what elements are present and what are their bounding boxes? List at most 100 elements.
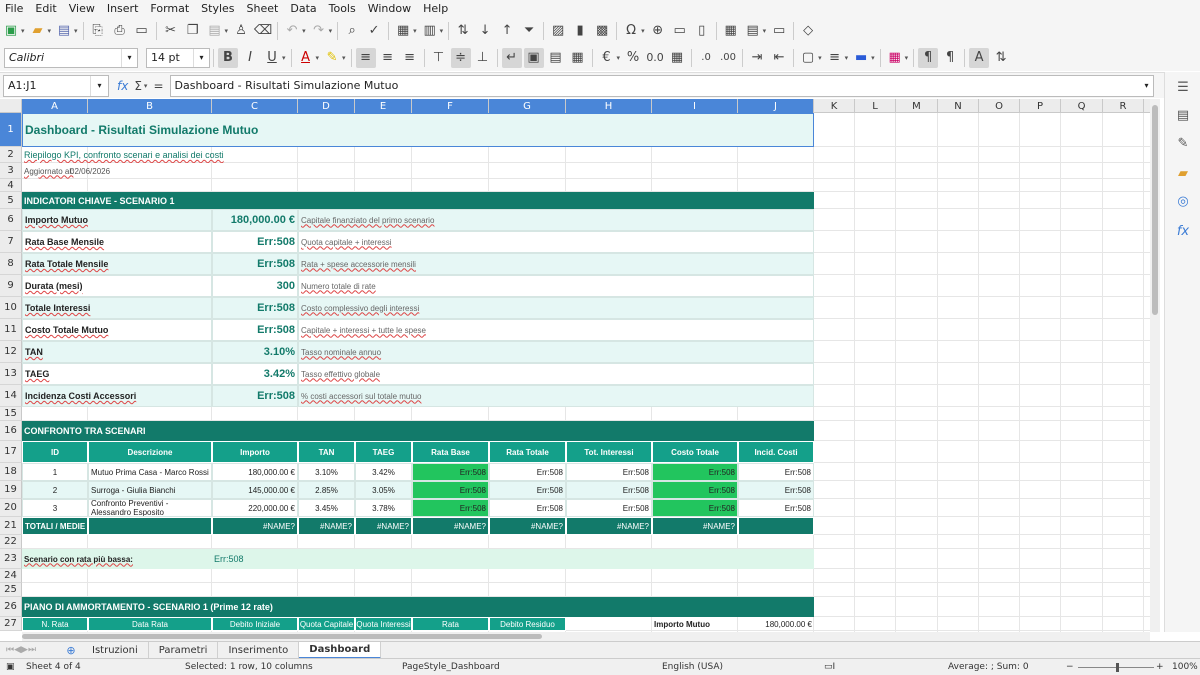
updated-value[interactable]: 02/06/2026 — [68, 163, 192, 179]
expand-formula-icon[interactable]: ▾ — [1144, 81, 1148, 90]
tab-inserimento[interactable]: Inserimento — [218, 641, 300, 659]
chevron-down-icon[interactable]: ▾ — [90, 75, 108, 96]
row-header-20[interactable]: 20 — [0, 499, 22, 517]
comment-icon[interactable]: ▭ — [670, 21, 690, 41]
tab-istruzioni[interactable]: Istruzioni — [82, 641, 149, 659]
hyperlink-icon[interactable]: ⊕ — [648, 21, 668, 41]
totals-cell[interactable]: #NAME? — [566, 517, 652, 535]
scenario-cell[interactable]: 145,000.00 € — [212, 481, 298, 499]
unmerge-cells-icon[interactable]: ▦ — [568, 48, 588, 68]
column-header-e[interactable]: E — [355, 99, 412, 113]
column-dropdown-icon[interactable]: ▾ — [440, 27, 444, 35]
menu-help[interactable]: Help — [418, 2, 455, 15]
scenario-cell[interactable]: Err:508 — [652, 499, 738, 517]
add-sheet-icon[interactable]: ⊕ — [60, 644, 82, 657]
column-header-h[interactable]: H — [566, 99, 652, 113]
scenario-cell[interactable]: 1 — [22, 463, 88, 481]
new-icon[interactable]: ▣ — [1, 21, 21, 41]
kpi-value[interactable]: Err:508 — [212, 231, 298, 253]
menu-icon[interactable]: ☰ — [1174, 78, 1192, 96]
totals-cell[interactable] — [88, 517, 212, 535]
column-header-f[interactable]: F — [412, 99, 489, 113]
gallery-icon[interactable]: ▰ — [1174, 164, 1192, 182]
paste-dropdown-icon[interactable]: ▾ — [225, 27, 229, 35]
side-label[interactable]: Importo Mutuo — [652, 617, 738, 631]
kpi-value[interactable]: Err:508 — [212, 385, 298, 407]
vertical-scroll-thumb[interactable] — [1152, 105, 1158, 315]
horizontal-scroll-thumb[interactable] — [22, 634, 542, 639]
amortization-header[interactable]: N. Rata — [22, 617, 88, 631]
scenario-cell[interactable]: 220,000.00 € — [212, 499, 298, 517]
font-name-box[interactable]: Calibri ▾ — [4, 47, 138, 68]
border-style-dropdown-icon[interactable]: ▾ — [845, 54, 849, 62]
scenario-cell[interactable]: Err:508 — [652, 481, 738, 499]
column-header-a[interactable]: A — [22, 99, 88, 113]
decrease-indent-icon[interactable]: ⇤ — [769, 48, 789, 68]
scenario-cell[interactable]: Err:508 — [566, 499, 652, 517]
sort-icon[interactable]: ⇅ — [453, 21, 473, 41]
table-header[interactable]: Tot. Interessi — [566, 441, 652, 463]
insert-image-icon[interactable]: ▨ — [548, 21, 568, 41]
lowest-rate-label[interactable]: Scenario con rata più bassa: — [22, 549, 212, 569]
column-header-d[interactable]: D — [298, 99, 355, 113]
menu-view[interactable]: View — [64, 2, 102, 15]
text-vertical-icon[interactable]: A — [969, 47, 990, 68]
currency-icon[interactable]: € — [597, 48, 617, 68]
vertical-scrollbar[interactable] — [1150, 99, 1160, 632]
table-header[interactable]: Costo Totale — [652, 441, 738, 463]
tab-navigation-icon[interactable]: ⏮◀▶⏭ — [0, 645, 60, 655]
menu-window[interactable]: Window — [363, 2, 418, 15]
column-header-i[interactable]: I — [652, 99, 738, 113]
formula-input[interactable]: Dashboard - Risultati Simulazione Mutuo ▾ — [169, 74, 1154, 97]
amortization-section-header[interactable]: PIANO DI AMMORTAMENTO - SCENARIO 1 (Prim… — [22, 597, 814, 617]
row-header-16[interactable]: 16 — [0, 421, 22, 441]
borders-dropdown-icon[interactable]: ▾ — [818, 54, 822, 62]
clone-formatting-icon[interactable]: ♙ — [231, 21, 251, 41]
kpi-note[interactable]: Numero totale di rate — [298, 275, 814, 297]
row-header-7[interactable]: 7 — [0, 231, 22, 253]
scenario-cell[interactable]: Err:508 — [738, 463, 814, 481]
paste-icon[interactable]: ▤ — [205, 21, 225, 41]
text-direction-icon[interactable]: ⇅ — [991, 48, 1011, 68]
kpi-note[interactable]: % costi accessori sul totale mutuo — [298, 385, 814, 407]
status-language[interactable]: English (USA) — [662, 662, 723, 672]
underline-icon[interactable]: U — [262, 48, 282, 68]
increase-indent-icon[interactable]: ⇥ — [747, 48, 767, 68]
kpi-note[interactable]: Costo complessivo degli interessi — [298, 297, 814, 319]
kpi-note[interactable]: Tasso nominale annuo — [298, 341, 814, 363]
kpi-value[interactable]: 3.10% — [212, 341, 298, 363]
sort-ascending-icon[interactable]: ↓ — [475, 21, 495, 41]
align-right-icon[interactable]: ≡ — [400, 48, 420, 68]
freeze-rows-columns-icon[interactable]: ▤ — [743, 21, 763, 41]
chevron-down-icon[interactable]: ▾ — [121, 48, 137, 67]
add-decimal-icon[interactable]: .0 — [696, 48, 716, 68]
dashboard-title[interactable]: Dashboard - Risultati Simulazione Mutuo — [22, 113, 814, 147]
row-header-19[interactable]: 19 — [0, 481, 22, 499]
select-all-corner[interactable] — [0, 99, 22, 113]
menu-format[interactable]: Format — [145, 2, 196, 15]
totals-cell[interactable]: #NAME? — [298, 517, 355, 535]
kpi-label[interactable]: TAN — [22, 341, 212, 363]
kpi-label[interactable]: Costo Totale Mutuo — [22, 319, 212, 341]
table-header[interactable]: TAN — [298, 441, 355, 463]
currency-dropdown-icon[interactable]: ▾ — [617, 54, 621, 62]
scenario-cell[interactable]: 3.05% — [355, 481, 412, 499]
name-box[interactable]: A1:J1 ▾ — [3, 74, 109, 97]
scenario-cell[interactable]: 3.10% — [298, 463, 355, 481]
menu-sheet[interactable]: Sheet — [242, 2, 286, 15]
merge-center-icon[interactable]: ▣ — [523, 47, 544, 68]
column-header-k[interactable]: K — [814, 99, 855, 113]
new-dropdown-icon[interactable]: ▾ — [21, 27, 25, 35]
merge-cells-icon[interactable]: ▤ — [546, 48, 566, 68]
column-header-b[interactable]: B — [88, 99, 212, 113]
column-header-n[interactable]: N — [938, 99, 979, 113]
scenario-cell[interactable]: Err:508 — [738, 499, 814, 517]
undo-dropdown-icon[interactable]: ▾ — [302, 27, 306, 35]
pivot-table-icon[interactable]: ▩ — [592, 21, 612, 41]
row-header-25[interactable]: 25 — [0, 583, 22, 597]
row-header-11[interactable]: 11 — [0, 319, 22, 341]
redo-dropdown-icon[interactable]: ▾ — [329, 27, 333, 35]
row-header-21[interactable]: 21 — [0, 517, 22, 535]
conditional-format-dropdown-icon[interactable]: ▾ — [905, 54, 909, 62]
chevron-down-icon[interactable]: ▾ — [193, 48, 209, 67]
